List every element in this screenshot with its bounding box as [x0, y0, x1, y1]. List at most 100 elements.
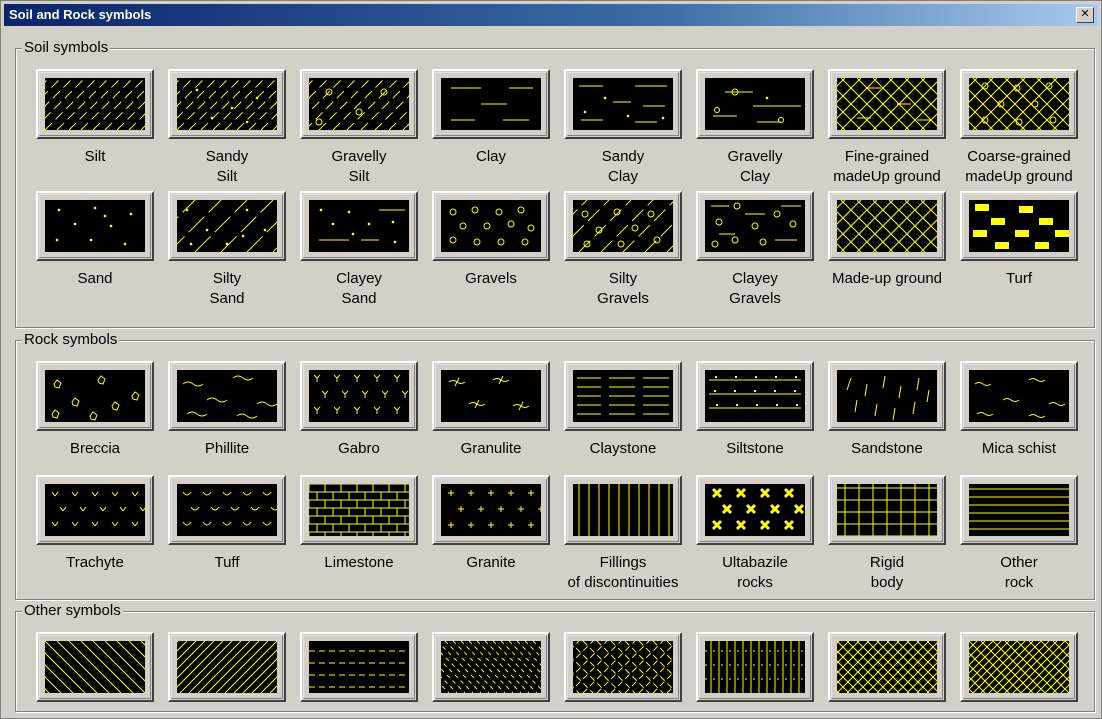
silty-sand-symbol-button[interactable] [168, 191, 286, 261]
symbol-caption: Gravelly Clay [686, 147, 824, 187]
caption-line-2: of discontinuities [567, 574, 679, 591]
symbol-caption: Gravelly Silt [290, 147, 428, 187]
symbol-caption: Mica schist [950, 439, 1088, 459]
caption-line-2: Silt [348, 168, 370, 185]
symbol-caption: Trachyte [26, 553, 164, 573]
diag-back-symbol-button[interactable] [36, 632, 154, 702]
caption-line-2: madeUp ground [965, 168, 1073, 185]
symbol-caption: Coarse-grained madeUp ground [950, 147, 1088, 187]
fillings-symbol-button[interactable] [564, 475, 682, 545]
fillings-pattern-swatch [573, 484, 673, 536]
gravels-symbol-button[interactable] [432, 191, 550, 261]
clayey-sand-symbol-button[interactable] [300, 191, 418, 261]
symbol-caption: Breccia [26, 439, 164, 459]
caption-line-2: rocks [737, 574, 773, 591]
caption-line-1: Granulite [460, 440, 522, 457]
vertical-dense-symbol-button[interactable] [696, 632, 814, 702]
breccia-pattern-swatch [45, 370, 145, 422]
granite-symbol-button[interactable] [432, 475, 550, 545]
gravelly-clay-symbol-button[interactable] [696, 69, 814, 139]
gravelly-silt-symbol-button[interactable] [300, 69, 418, 139]
caption-line-1: Fine-grained [844, 148, 930, 165]
caption-line-1: Clayey [336, 270, 382, 287]
symbol-caption: Limestone [290, 553, 428, 573]
clayey-gravels-symbol-button[interactable] [696, 191, 814, 261]
madeup-pattern-swatch [837, 200, 937, 252]
soil-group-label: Soil symbols [22, 39, 111, 56]
caption-line-1: Clayey [732, 270, 778, 287]
gravelly-silt-pattern-swatch [309, 78, 409, 130]
caption-line-1: Gravels [465, 270, 517, 287]
close-button[interactable]: ✕ [1076, 7, 1094, 23]
fine-madeup-symbol-button[interactable] [828, 69, 946, 139]
sandy-silt-symbol-button[interactable] [168, 69, 286, 139]
rock-group-label: Rock symbols [22, 331, 120, 348]
caption-line-1: Trachyte [66, 554, 124, 571]
cross-hatch-2-symbol-button[interactable] [960, 632, 1078, 702]
caption-line-2: body [870, 574, 904, 591]
symbol-caption: Fine-grained madeUp ground [818, 147, 956, 187]
silty-gravels-symbol-button[interactable] [564, 191, 682, 261]
breccia-symbol-button[interactable] [36, 361, 154, 431]
siltstone-symbol-button[interactable] [696, 361, 814, 431]
symbol-caption: Other rock [950, 553, 1088, 593]
dashes-symbol-button[interactable] [300, 632, 418, 702]
caption-line-1: Gravelly [727, 148, 783, 165]
sandy-clay-symbol-button[interactable] [564, 69, 682, 139]
sandstone-pattern-swatch [837, 370, 937, 422]
other-rock-symbol-button[interactable] [960, 475, 1078, 545]
symbol-caption: Gabro [290, 439, 428, 459]
other-group-label: Other symbols [22, 602, 123, 619]
sandy-silt-pattern-swatch [177, 78, 277, 130]
caption-line-1: Other [1000, 554, 1038, 571]
silt-symbol-button[interactable] [36, 69, 154, 139]
coarse-madeup-pattern-swatch [969, 78, 1069, 130]
window-title: Soil and Rock symbols [9, 7, 152, 22]
turf-symbol-button[interactable] [960, 191, 1078, 261]
sand-symbol-button[interactable] [36, 191, 154, 261]
phillite-symbol-button[interactable] [168, 361, 286, 431]
silt-pattern-swatch [45, 78, 145, 130]
caption-line-1: Fillings [599, 554, 647, 571]
diag-back-pattern-swatch [45, 641, 145, 693]
symbol-caption: Silty Gravels [554, 269, 692, 309]
claystone-symbol-button[interactable] [564, 361, 682, 431]
madeup-symbol-button[interactable] [828, 191, 946, 261]
cross-hatch-pattern-swatch [837, 641, 937, 693]
tuff-pattern-swatch [177, 484, 277, 536]
clayey-sand-pattern-swatch [309, 200, 409, 252]
symbol-caption: Clayey Sand [290, 269, 428, 309]
diamond-lattice-symbol-button[interactable] [564, 632, 682, 702]
caption-line-1: Phillite [204, 440, 250, 457]
gabro-symbol-button[interactable] [300, 361, 418, 431]
title-bar[interactable]: Soil and Rock symbols ✕ [4, 4, 1098, 26]
symbol-caption: Sandy Silt [158, 147, 296, 187]
symbol-caption: Granulite [422, 439, 560, 459]
soil-rock-dialog: Soil and Rock symbols ✕ Soil symbols Sil… [0, 0, 1102, 719]
ultabazile-symbol-button[interactable] [696, 475, 814, 545]
symbol-caption: Fillings of discontinuities [554, 553, 692, 593]
clay-symbol-button[interactable] [432, 69, 550, 139]
vertical-dense-pattern-swatch [705, 641, 805, 693]
sandstone-symbol-button[interactable] [828, 361, 946, 431]
trachyte-symbol-button[interactable] [36, 475, 154, 545]
diag-forward-symbol-button[interactable] [168, 632, 286, 702]
rigid-body-symbol-button[interactable] [828, 475, 946, 545]
turf-pattern-swatch [969, 200, 1069, 252]
claystone-pattern-swatch [573, 370, 673, 422]
symbol-caption: Sandstone [818, 439, 956, 459]
tuff-symbol-button[interactable] [168, 475, 286, 545]
symbol-caption: Clayey Gravels [686, 269, 824, 309]
cross-hatch-symbol-button[interactable] [828, 632, 946, 702]
mica-schist-symbol-button[interactable] [960, 361, 1078, 431]
dashes-pattern-swatch [309, 641, 409, 693]
coarse-madeup-symbol-button[interactable] [960, 69, 1078, 139]
limestone-symbol-button[interactable] [300, 475, 418, 545]
granulite-symbol-button[interactable] [432, 361, 550, 431]
symbol-caption: Claystone [554, 439, 692, 459]
short-diag-dash-symbol-button[interactable] [432, 632, 550, 702]
short-diag-dash-pattern-swatch [441, 641, 541, 693]
caption-line-1: Sand [77, 270, 113, 287]
sandy-clay-pattern-swatch [573, 78, 673, 130]
clay-pattern-swatch [441, 78, 541, 130]
